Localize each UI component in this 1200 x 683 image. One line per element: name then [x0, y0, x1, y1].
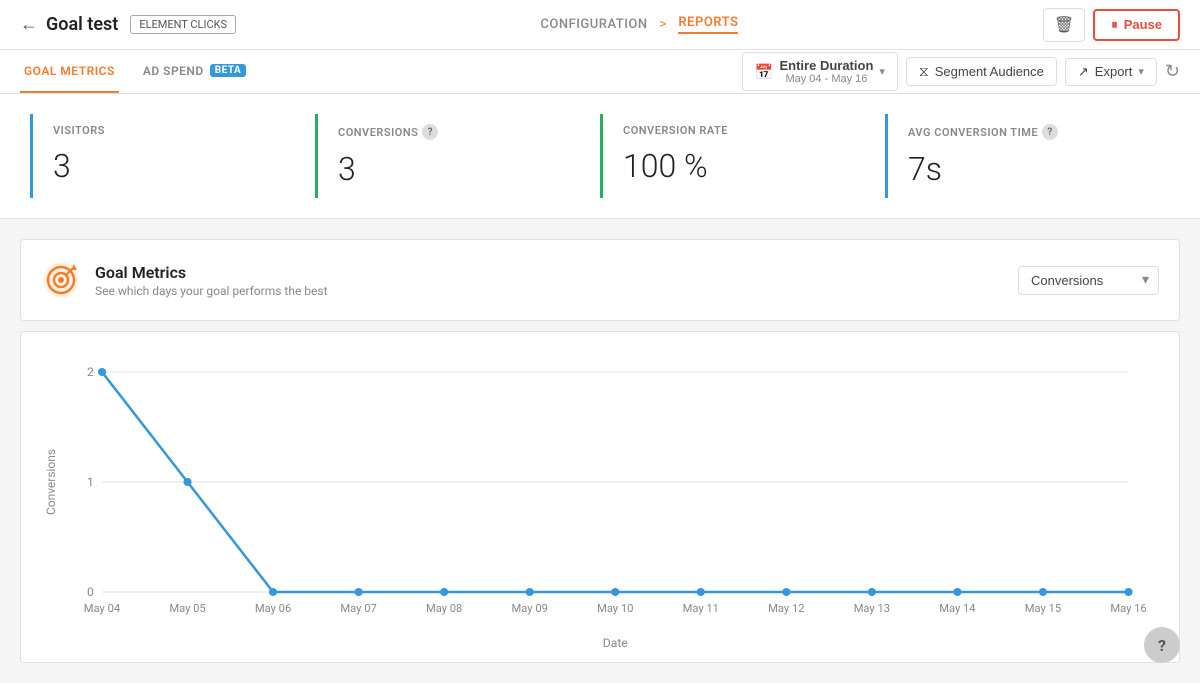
goal-metrics-subtitle: See which days your goal performs the be… [95, 284, 328, 298]
pause-label: Pause [1124, 17, 1162, 32]
header-actions: 🗑 ⏸ Pause [1043, 8, 1180, 42]
metric-card: CONVERSION RATE 100 % [600, 114, 865, 198]
svg-text:May 09: May 09 [512, 602, 548, 615]
pause-button[interactable]: ⏸ Pause [1093, 9, 1180, 41]
chart-container: 0 1 2 May 04 May 05 May 06 May 07 May 08 May 09 M… [20, 331, 1180, 663]
metric-card: AVG CONVERSION TIME? 7s [885, 114, 1150, 198]
svg-text:May 04: May 04 [84, 602, 120, 615]
back-button[interactable]: ← [20, 14, 38, 35]
tabs: GOAL METRICS AD SPEND BETA [20, 50, 270, 93]
conversions-select-wrapper[interactable]: ConversionsVisitorsConversion Rate [1018, 266, 1159, 295]
nav-configuration[interactable]: CONFIGURATION [540, 17, 647, 32]
nav-arrow-icon: > [660, 17, 667, 32]
chevron-down-icon: ▾ [1138, 65, 1144, 78]
metric-help-icon[interactable]: ? [422, 124, 438, 140]
metric-card: VISITORS 3 [30, 114, 295, 198]
tab-ad-spend[interactable]: AD SPEND BETA [139, 50, 250, 93]
metric-card: CONVERSIONS? 3 [315, 114, 580, 198]
goal-metrics-left: Goal Metrics See which days your goal pe… [41, 260, 328, 300]
export-label: Export [1095, 64, 1133, 79]
header: ← Goal test ELEMENT CLICKS CONFIGURATION… [0, 0, 1200, 50]
date-sub: May 04 - May 16 [779, 73, 873, 85]
svg-text:May 07: May 07 [340, 602, 376, 615]
chart-area: 0 1 2 May 04 May 05 May 06 May 07 May 08 May 09 M… [41, 352, 1159, 652]
metric-label: CONVERSION RATE [623, 124, 845, 137]
svg-text:May 10: May 10 [597, 602, 633, 615]
content: Goal Metrics See which days your goal pe… [0, 219, 1200, 683]
goal-metrics-card: Goal Metrics See which days your goal pe… [20, 239, 1180, 321]
chart-svg: 0 1 2 May 04 May 05 May 06 May 07 May 08 May 09 M… [41, 352, 1159, 652]
beta-badge: BETA [210, 64, 247, 77]
svg-text:May 06: May 06 [255, 602, 291, 615]
svg-text:May 05: May 05 [169, 602, 205, 615]
svg-text:Date: Date [603, 636, 628, 650]
export-button[interactable]: ↗ Export ▾ [1065, 58, 1157, 86]
nav-center: CONFIGURATION > REPORTS [236, 15, 1043, 34]
page-title: Goal test [46, 14, 118, 35]
pause-icon: ⏸ [1111, 17, 1118, 33]
svg-text:May 12: May 12 [768, 602, 804, 615]
svg-text:1: 1 [87, 475, 94, 489]
svg-text:May 08: May 08 [426, 602, 462, 615]
export-icon: ↗ [1078, 64, 1089, 80]
tab-controls: 📅 Entire Duration May 04 - May 16 ▾ ⧖ Se… [742, 52, 1180, 91]
metric-help-icon[interactable]: ? [1042, 124, 1058, 140]
tab-goal-metrics[interactable]: GOAL METRICS [20, 50, 119, 93]
goal-metrics-header: Goal Metrics See which days your goal pe… [41, 260, 1159, 300]
element-clicks-badge: ELEMENT CLICKS [130, 15, 236, 34]
refresh-button[interactable]: ↻ [1165, 61, 1180, 82]
svg-text:May 11: May 11 [683, 602, 719, 615]
date-picker-button[interactable]: 📅 Entire Duration May 04 - May 16 ▾ [742, 52, 898, 91]
svg-text:2: 2 [87, 365, 94, 379]
metric-value: 3 [53, 147, 275, 185]
svg-text:May 13: May 13 [854, 602, 890, 615]
svg-text:May 14: May 14 [939, 602, 975, 615]
goal-metrics-title: Goal Metrics [95, 263, 328, 282]
filter-icon: ⧖ [919, 63, 929, 80]
target-icon [41, 260, 81, 300]
tabs-bar: GOAL METRICS AD SPEND BETA 📅 Entire Dura… [0, 50, 1200, 94]
metric-label: VISITORS [53, 124, 275, 137]
metric-value: 100 % [623, 147, 845, 185]
svg-text:May 16: May 16 [1110, 602, 1146, 615]
calendar-icon: 📅 [755, 63, 774, 81]
metric-value: 7s [908, 150, 1130, 188]
metric-label: CONVERSIONS? [338, 124, 560, 140]
help-button[interactable]: ? [1144, 627, 1180, 663]
metric-value: 3 [338, 150, 560, 188]
date-main: Entire Duration [779, 58, 873, 73]
svg-text:Conversions: Conversions [44, 449, 58, 515]
delete-button[interactable]: 🗑 [1043, 8, 1085, 42]
svg-text:May 15: May 15 [1025, 602, 1061, 615]
conversions-select[interactable]: ConversionsVisitorsConversion Rate [1018, 266, 1159, 295]
metrics-section: VISITORS 3 CONVERSIONS? 3 CONVERSION RATE 100… [0, 94, 1200, 219]
svg-text:0: 0 [87, 585, 94, 599]
segment-label: Segment Audience [935, 64, 1044, 79]
chevron-down-icon: ▾ [879, 65, 885, 78]
nav-reports[interactable]: REPORTS [678, 15, 738, 34]
segment-audience-button[interactable]: ⧖ Segment Audience [906, 57, 1057, 86]
metric-label: AVG CONVERSION TIME? [908, 124, 1130, 140]
